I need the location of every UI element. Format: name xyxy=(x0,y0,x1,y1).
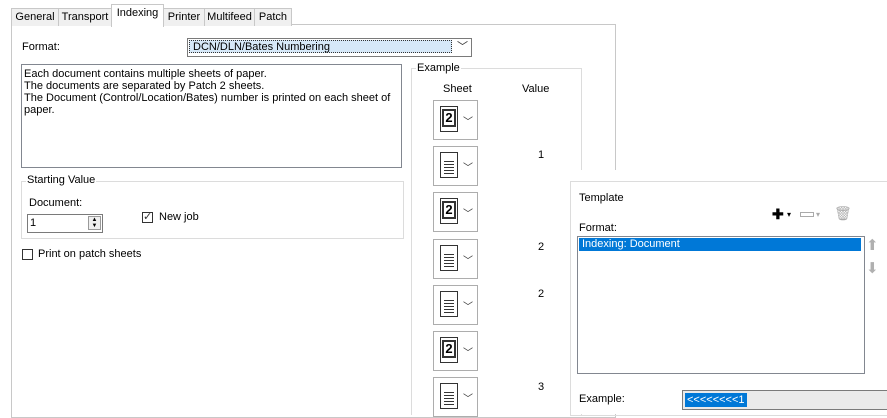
description-line: The documents are separated by Patch 2 s… xyxy=(24,80,265,92)
add-icon[interactable]: ✚ xyxy=(772,206,784,223)
document-input[interactable] xyxy=(30,216,80,229)
example-value: 2 xyxy=(538,241,545,253)
sheet-selector[interactable]: ﹀ xyxy=(433,146,478,186)
tab-printer[interactable]: Printer xyxy=(163,8,205,26)
format-selected-value: DCN/DLN/Bates Numbering xyxy=(189,40,452,53)
document-sheet-icon xyxy=(440,152,458,178)
chevron-down-icon: ﹀ xyxy=(463,256,473,267)
delete-icon[interactable]: 🗑 xyxy=(834,205,852,222)
spin-arrows-icon[interactable]: ▲ ▼ xyxy=(88,216,101,230)
tab-patch[interactable]: Patch xyxy=(254,8,292,26)
template-title: Template xyxy=(578,192,625,204)
sheet-selector[interactable]: ﹀ xyxy=(433,377,478,417)
example-value: 3 xyxy=(538,381,545,393)
patch-2-sheet-icon: 2 xyxy=(440,198,458,224)
chevron-down-icon: ﹀ xyxy=(463,117,473,128)
print-on-patch-label: Print on patch sheets xyxy=(38,248,142,260)
chevron-down-icon: ﹀ xyxy=(457,41,468,53)
tab-general[interactable]: General xyxy=(11,8,59,26)
new-job-checkbox[interactable] xyxy=(142,210,153,223)
tab-transport[interactable]: Transport xyxy=(58,8,112,26)
new-job-label: New job xyxy=(159,211,199,223)
sheet-selector[interactable]: 2 ﹀ xyxy=(433,192,478,232)
chevron-down-icon: ﹀ xyxy=(463,394,473,405)
chevron-down-icon: ﹀ xyxy=(463,163,473,174)
patch-2-sheet-icon: 2 xyxy=(440,337,458,363)
chevron-down-icon: ﹀ xyxy=(463,209,473,220)
template-example-label: Example: xyxy=(579,393,625,405)
example-title: Example xyxy=(416,62,461,74)
example-value: 2 xyxy=(538,288,545,300)
sheet-selector[interactable]: ﹀ xyxy=(433,285,478,325)
print-on-patch-checkbox[interactable] xyxy=(22,249,33,260)
chevron-down-icon: ﹀ xyxy=(463,302,473,313)
tab-multifeed[interactable]: Multifeed xyxy=(204,8,255,26)
starting-value-title: Starting Value xyxy=(26,174,97,186)
document-sheet-icon xyxy=(440,383,458,409)
tab-indexing[interactable]: Indexing xyxy=(111,4,164,27)
patch-2-sheet-icon: 2 xyxy=(440,106,458,132)
document-label: Document: xyxy=(29,197,83,209)
description-line: The Document (Control/Location/Bates) nu… xyxy=(24,92,391,116)
chevron-down-icon: ﹀ xyxy=(463,348,473,359)
template-example-field[interactable]: <<<<<<<<1 xyxy=(682,390,887,410)
add-dropdown-chevron-icon[interactable]: ▾ xyxy=(787,210,791,219)
example-value-selected: <<<<<<<<1 xyxy=(685,393,747,407)
column-header-value: Value xyxy=(522,83,550,95)
template-list[interactable]: Indexing: Document xyxy=(577,236,865,374)
format-combobox[interactable]: DCN/DLN/Bates Numbering ﹀ xyxy=(187,38,472,57)
document-spinbox[interactable]: ▲▼ xyxy=(27,214,103,233)
format-description: Each document contains multiple sheets o… xyxy=(21,64,402,168)
sheet-selector[interactable]: 2 ﹀ xyxy=(433,331,478,371)
sheet-selector[interactable]: ﹀ xyxy=(433,239,478,279)
column-header-sheet: Sheet xyxy=(443,83,472,95)
format-label: Format: xyxy=(22,41,60,53)
document-sheet-icon xyxy=(440,245,458,271)
move-down-icon[interactable]: ⬇ xyxy=(866,259,879,277)
sheet-selector[interactable]: 2 ﹀ xyxy=(433,100,478,140)
description-line: Each document contains multiple sheets o… xyxy=(24,68,267,80)
list-item[interactable]: Indexing: Document xyxy=(579,238,861,251)
remove-icon[interactable] xyxy=(800,212,814,217)
remove-dropdown-chevron-icon[interactable]: ▾ xyxy=(816,210,820,219)
document-sheet-icon xyxy=(440,291,458,317)
template-format-label: Format: xyxy=(579,222,617,234)
example-value: 1 xyxy=(538,149,545,161)
move-up-icon[interactable]: ⬆ xyxy=(866,236,879,254)
